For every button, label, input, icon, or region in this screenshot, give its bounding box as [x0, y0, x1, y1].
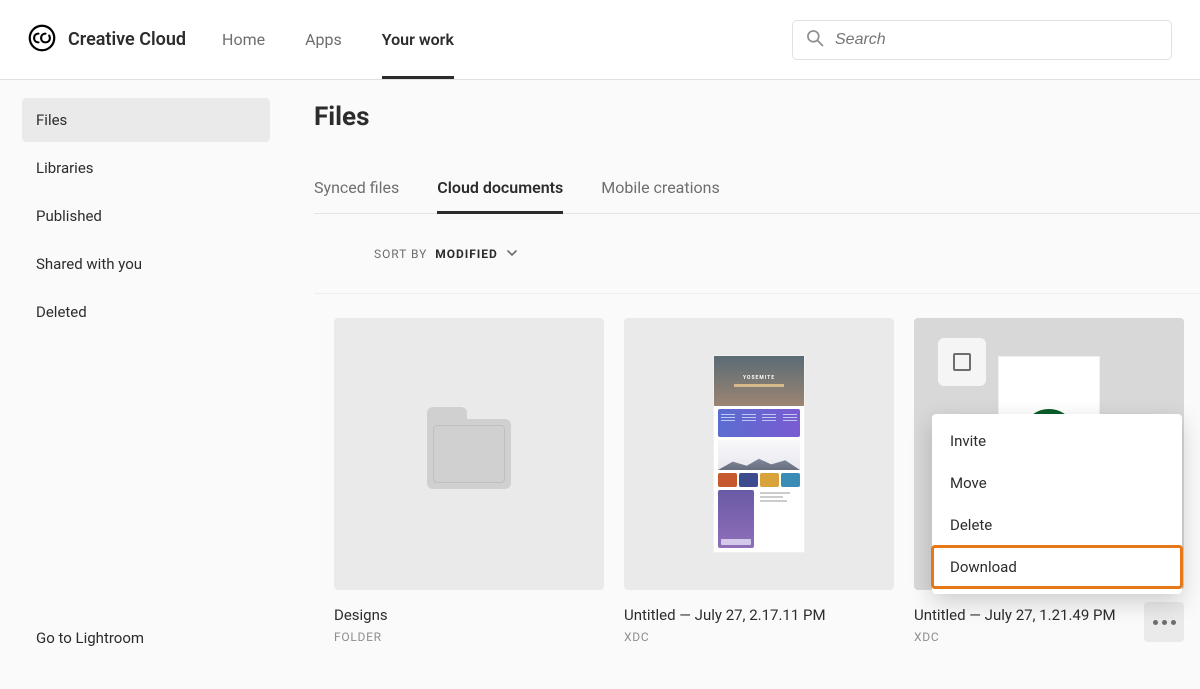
menu-item-delete[interactable]: Delete — [932, 504, 1182, 546]
brand: Creative Cloud — [28, 24, 186, 56]
sidebar-item-shared[interactable]: Shared with you — [22, 242, 270, 286]
nav-your-work[interactable]: Your work — [382, 0, 454, 79]
primary-nav: Home Apps Your work — [222, 0, 454, 79]
selection-checkbox[interactable] — [938, 338, 986, 386]
sidebar-item-libraries[interactable]: Libraries — [22, 146, 270, 190]
search-input[interactable] — [835, 31, 1159, 49]
artboard-preview: YOSEMITE — [714, 356, 804, 552]
sidebar-item-published[interactable]: Published — [22, 194, 270, 238]
brand-name: Creative Cloud — [68, 29, 186, 50]
main: Files Synced files Cloud documents Mobil… — [292, 80, 1200, 689]
file-type: XDC — [914, 630, 1136, 644]
thumbnail[interactable]: YOSEMITE — [624, 318, 894, 590]
menu-item-move[interactable]: Move — [932, 462, 1182, 504]
tab-synced-files[interactable]: Synced files — [314, 178, 399, 214]
file-title: Untitled — July 27, 1.21.49 PM — [914, 606, 1136, 624]
sidebar: Files Libraries Published Shared with yo… — [0, 80, 292, 689]
sidebar-lightroom-link[interactable]: Go to Lightroom — [22, 621, 270, 671]
preview-hero-text: YOSEMITE — [743, 375, 775, 381]
thumbnail[interactable] — [334, 318, 604, 590]
menu-item-download[interactable]: Download — [932, 546, 1182, 588]
tab-mobile-creations[interactable]: Mobile creations — [601, 178, 720, 214]
sort-label: SORT BY — [374, 247, 427, 261]
page-title: Files — [314, 102, 1200, 132]
tab-cloud-documents[interactable]: Cloud documents — [437, 178, 563, 214]
file-card[interactable]: Invite Move Delete Download Untitled — J… — [914, 318, 1184, 644]
sidebar-item-deleted[interactable]: Deleted — [22, 290, 270, 334]
file-title: Designs — [334, 606, 604, 624]
file-title: Untitled — July 27, 2.17.11 PM — [624, 606, 894, 624]
nav-apps[interactable]: Apps — [305, 0, 342, 79]
content-tabs: Synced files Cloud documents Mobile crea… — [314, 178, 1200, 214]
folder-icon — [427, 419, 511, 489]
more-actions-button[interactable] — [1144, 602, 1184, 642]
menu-item-invite[interactable]: Invite — [932, 420, 1182, 462]
sort-value[interactable]: MODIFIED — [435, 247, 497, 261]
nav-home[interactable]: Home — [222, 0, 265, 79]
file-grid: Designs FOLDER YOSEMITE Untitled — July … — [314, 294, 1200, 644]
file-card[interactable]: Designs FOLDER — [334, 318, 604, 644]
file-card[interactable]: YOSEMITE Untitled — July 27, 2.17.11 PM … — [624, 318, 894, 644]
search-box[interactable] — [792, 20, 1172, 60]
chevron-down-icon[interactable] — [506, 244, 518, 263]
file-type: XDC — [624, 630, 894, 644]
creative-cloud-icon — [28, 24, 56, 56]
file-type: FOLDER — [334, 630, 604, 644]
ellipsis-icon — [1153, 620, 1176, 625]
body: Files Libraries Published Shared with yo… — [0, 80, 1200, 689]
app-header: Creative Cloud Home Apps Your work — [0, 0, 1200, 80]
search-wrap — [792, 20, 1172, 60]
context-menu: Invite Move Delete Download — [932, 414, 1182, 594]
sort-bar: SORT BY MODIFIED — [314, 214, 1200, 294]
sidebar-item-files[interactable]: Files — [22, 98, 270, 142]
checkbox-icon — [953, 353, 971, 371]
search-icon — [805, 28, 825, 52]
